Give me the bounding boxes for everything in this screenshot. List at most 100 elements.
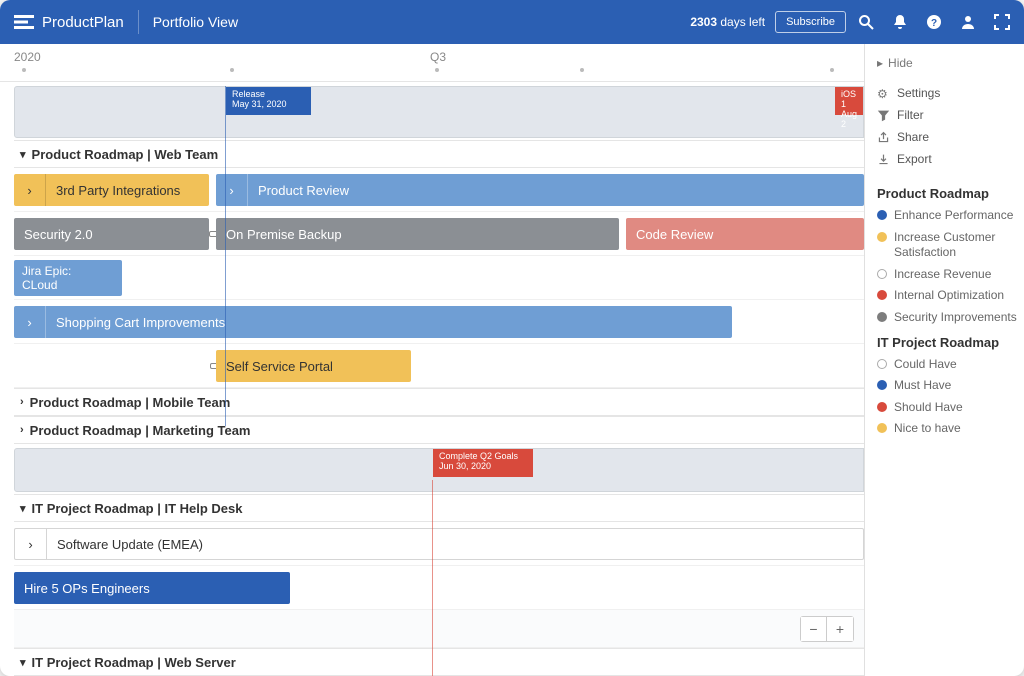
bar-row: › Shopping Cart Improvements [14,300,864,344]
app-header: ProductPlan Portfolio View 2303 days lef… [0,0,1024,44]
milestone-track: Release May 31, 2020 iOS 1 Aug 2 [14,86,864,138]
help-icon[interactable]: ? [926,14,942,30]
share-icon [877,131,890,144]
chevron-right-icon[interactable]: › [15,529,47,559]
legend-dot [877,402,887,412]
bar-onprem[interactable]: On Premise Backup [216,218,619,250]
zoom-out-button[interactable]: − [801,617,827,641]
filter-icon [877,109,890,122]
legend-item[interactable]: Security Improvements [871,307,1024,329]
legend-dot [877,423,887,433]
legend-label: Enhance Performance [894,208,1013,224]
chevron-down-icon: ▾ [20,148,26,161]
sidebar-filter[interactable]: Filter [871,104,1024,126]
swimlane-mobile-team[interactable]: › Product Roadmap | Mobile Team [14,388,864,416]
legend-label: Must Have [894,378,951,394]
chevron-right-icon: › [20,424,24,436]
bar-jira[interactable]: Jira Epic:CLoud [14,260,122,296]
legend-label: Could Have [894,357,957,373]
milestone-ios[interactable]: iOS 1 Aug 2 [835,87,863,115]
legend-label: Increase Revenue [894,267,991,283]
swimlane-web-team[interactable]: ▾ Product Roadmap | Web Team [14,140,864,168]
bar-jira-label: Jira Epic:CLoud [14,260,79,297]
view-title[interactable]: Portfolio View [153,14,238,30]
legend-dot [877,312,887,322]
legend-item[interactable]: Nice to have [871,418,1024,440]
milestone-track: Complete Q2 Goals Jun 30, 2020 [14,448,864,492]
sidebar-share[interactable]: Share [871,126,1024,148]
bar-self-service[interactable]: Self Service Portal [216,350,411,382]
timeline-area[interactable]: 2020 Q3 Release [0,44,864,676]
gear-icon: ⚙ [877,87,890,100]
hide-toggle[interactable]: ▸ Hide [871,54,1024,72]
milestone-q2goals[interactable]: Complete Q2 Goals Jun 30, 2020 [433,449,533,477]
legend-label: Security Improvements [894,310,1017,326]
bar-row: Hire 5 OPs Engineers [14,566,864,610]
legend-it-roadmap: Could Have Must Have Should Have Nice to ha… [871,354,1024,440]
days-left: 2303 days left [690,15,765,29]
zoom-controls: − + [800,616,854,642]
chevron-right-icon[interactable]: › [216,174,248,206]
legend-label: Should Have [894,400,963,416]
sidebar-settings[interactable]: ⚙ Settings [871,82,1024,104]
legend-item[interactable]: Could Have [871,354,1024,376]
chevron-right-icon[interactable]: › [14,306,46,338]
legend-product-roadmap: Enhance Performance Increase Customer Sat… [871,205,1024,329]
bar-3rd-party[interactable]: › 3rd Party Integrations [14,174,209,206]
bar-row: Security 2.0 On Premise Backup Code Revi… [14,212,864,256]
sidebar-right: ▸ Hide ⚙ Settings Filter Share E [864,44,1024,676]
chevron-right-icon: › [20,396,24,408]
search-icon[interactable] [858,14,874,30]
sidebar-export[interactable]: Export [871,148,1024,170]
legend-label: Increase Customer Satisfaction [894,230,1018,261]
legend-dot [877,210,887,220]
legend-item[interactable]: Increase Revenue [871,264,1024,286]
swimlane-marketing-team[interactable]: › Product Roadmap | Marketing Team [14,416,864,444]
chevron-right-icon: ▸ [877,56,883,70]
milestone-line-q2goals [432,480,433,676]
empty-row [14,610,864,648]
subscribe-button[interactable]: Subscribe [775,11,846,33]
legend-title-product: Product Roadmap [871,180,1024,205]
legend-item[interactable]: Enhance Performance [871,205,1024,227]
bar-product-review[interactable]: › Product Review [216,174,864,206]
legend-dot [877,359,887,369]
legend-item[interactable]: Should Have [871,397,1024,419]
chevron-down-icon: ▾ [20,656,26,669]
milestone-release[interactable]: Release May 31, 2020 [226,87,311,115]
days-left-number: 2303 [690,15,717,29]
quarter-label: Q3 [430,50,446,64]
legend-dot [877,290,887,300]
svg-text:?: ? [931,18,937,29]
legend-dot [877,269,887,279]
bar-row: › 3rd Party Integrations › Product Revie… [14,168,864,212]
product-name: ProductPlan [42,14,124,31]
legend-item[interactable]: Must Have [871,375,1024,397]
chevron-right-icon[interactable]: › [14,174,46,206]
legend-item[interactable]: Internal Optimization [871,285,1024,307]
bar-shopping[interactable]: › Shopping Cart Improvements [14,306,732,338]
lanes: Release May 31, 2020 iOS 1 Aug 2 ▾ Produ… [0,86,864,676]
bar-row: › Software Update (EMEA) [14,522,864,566]
user-icon[interactable] [960,14,976,30]
logo[interactable]: ProductPlan [14,14,124,31]
legend-title-it: IT Project Roadmap [871,329,1024,354]
bar-hire-ops[interactable]: Hire 5 OPs Engineers [14,572,290,604]
swimlane-it-helpdesk[interactable]: ▾ IT Project Roadmap | IT Help Desk [14,494,864,522]
year-label: 2020 [14,50,41,64]
legend-item[interactable]: Increase Customer Satisfaction [871,227,1024,264]
swimlane-web-server[interactable]: ▾ IT Project Roadmap | Web Server [14,648,864,676]
download-icon [877,153,890,166]
fullscreen-icon[interactable] [994,14,1010,30]
legend-label: Internal Optimization [894,288,1004,304]
legend-dot [877,380,887,390]
bell-icon[interactable] [892,14,908,30]
time-header: 2020 Q3 [0,44,864,82]
bar-row: Jira Epic:CLoud [14,256,864,300]
bar-row: Self Service Portal [14,344,864,388]
bar-code-review[interactable]: Code Review [626,218,864,250]
bar-software-update[interactable]: › Software Update (EMEA) [14,528,864,560]
bar-security[interactable]: Security 2.0 [14,218,209,250]
logo-icon [14,15,34,29]
zoom-in-button[interactable]: + [827,617,853,641]
